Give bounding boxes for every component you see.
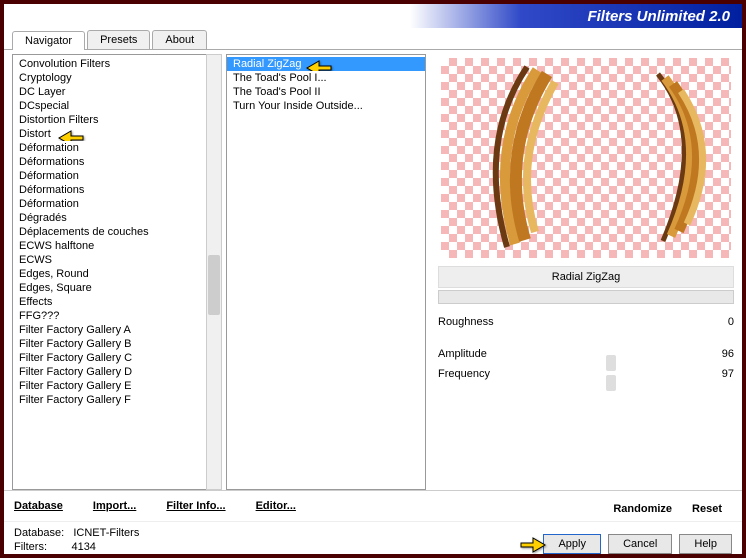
category-item[interactable]: Filter Factory Gallery C: [13, 351, 206, 365]
category-item[interactable]: Déformation: [13, 141, 206, 155]
parameter-area: Roughness 0 Amplitude 96 Frequency 97: [438, 312, 734, 384]
param-value: 96: [722, 348, 734, 360]
category-item[interactable]: Déformations: [13, 155, 206, 169]
filters-label: Filters:: [14, 541, 47, 553]
category-item[interactable]: Déformation: [13, 197, 206, 211]
app-title: Filters Unlimited 2.0: [587, 8, 730, 25]
scrollbar-thumb[interactable]: [208, 255, 220, 315]
tab-presets[interactable]: Presets: [87, 30, 150, 49]
preview-column: Radial ZigZag Roughness 0 Amplitude 96 Frequ…: [430, 54, 734, 490]
param-row: Roughness 0: [438, 312, 734, 332]
status-info: Database: ICNET-Filters Filters: 4134: [14, 526, 139, 554]
category-item[interactable]: ECWS: [13, 253, 206, 267]
randomize-link[interactable]: Randomize: [613, 503, 672, 515]
cancel-button[interactable]: Cancel: [608, 534, 672, 554]
category-item[interactable]: Filter Factory Gallery D: [13, 365, 206, 379]
category-item[interactable]: Dégradés: [13, 211, 206, 225]
category-item[interactable]: Convolution Filters: [13, 57, 206, 71]
category-item[interactable]: Effects: [13, 295, 206, 309]
category-item[interactable]: DCspecial: [13, 99, 206, 113]
status-bar: Database: ICNET-Filters Filters: 4134 Ap…: [4, 521, 742, 560]
filter-column: Radial ZigZagThe Toad's Pool I...The Toa…: [226, 54, 426, 490]
param-name: Roughness: [438, 316, 494, 328]
param-value: 97: [722, 368, 734, 380]
category-item[interactable]: Filter Factory Gallery F: [13, 393, 206, 407]
category-column: Convolution FiltersCryptologyDC LayerDCs…: [12, 54, 222, 490]
category-item[interactable]: ECWS halftone: [13, 239, 206, 253]
param-row: Frequency 97: [438, 364, 734, 384]
db-value: ICNET-Filters: [73, 527, 139, 539]
category-item[interactable]: Déformations: [13, 183, 206, 197]
filter-list[interactable]: Radial ZigZagThe Toad's Pool I...The Toa…: [226, 54, 426, 490]
category-item[interactable]: Cryptology: [13, 71, 206, 85]
category-item[interactable]: Filter Factory Gallery A: [13, 323, 206, 337]
current-filter-label: Radial ZigZag: [438, 266, 734, 288]
filter-item[interactable]: The Toad's Pool II: [227, 85, 425, 99]
category-item[interactable]: DC Layer: [13, 85, 206, 99]
tab-navigator[interactable]: Navigator: [12, 31, 85, 50]
preview-graphic-right: [643, 66, 723, 246]
param-row: Amplitude 96: [438, 344, 734, 364]
category-item[interactable]: Filter Factory Gallery E: [13, 379, 206, 393]
help-button[interactable]: Help: [679, 534, 732, 554]
param-value: 0: [728, 316, 734, 328]
preview-graphic-left: [457, 62, 567, 252]
tab-bar: Navigator Presets About: [4, 28, 742, 50]
filter-item[interactable]: Radial ZigZag: [227, 57, 425, 71]
db-label: Database:: [14, 527, 64, 539]
editor-link[interactable]: Editor...: [256, 500, 296, 512]
app-window: Filters Unlimited 2.0 Navigator Presets …: [0, 0, 746, 558]
filter-info-link[interactable]: Filter Info...: [166, 500, 225, 512]
database-link[interactable]: Database: [14, 500, 63, 512]
category-item[interactable]: Edges, Square: [13, 281, 206, 295]
button-group: Apply Cancel Help: [539, 534, 732, 554]
bottom-link-bar: Database Import... Filter Info... Editor…: [4, 490, 742, 521]
progress-bar: [438, 290, 734, 304]
category-item[interactable]: Distort: [13, 127, 206, 141]
pointer-icon-category: [57, 127, 85, 141]
reset-link[interactable]: Reset: [692, 503, 722, 515]
pointer-icon-filter: [305, 57, 333, 71]
category-item[interactable]: Distortion Filters: [13, 113, 206, 127]
apply-button[interactable]: Apply: [543, 534, 601, 554]
filters-value: 4134: [71, 541, 95, 553]
category-item[interactable]: Filter Factory Gallery B: [13, 337, 206, 351]
filter-item[interactable]: Turn Your Inside Outside...: [227, 99, 425, 113]
main-area: Convolution FiltersCryptologyDC LayerDCs…: [4, 50, 742, 490]
tab-about[interactable]: About: [152, 30, 207, 49]
import-link[interactable]: Import...: [93, 500, 136, 512]
title-bar: Filters Unlimited 2.0: [4, 4, 742, 28]
param-slider-thumb[interactable]: [606, 375, 616, 391]
category-scrollbar[interactable]: [206, 54, 222, 490]
filter-item[interactable]: The Toad's Pool I...: [227, 71, 425, 85]
category-list[interactable]: Convolution FiltersCryptologyDC LayerDCs…: [12, 54, 206, 490]
category-item[interactable]: Déplacements de couches: [13, 225, 206, 239]
preview-pane: [441, 58, 731, 258]
category-item[interactable]: Déformation: [13, 169, 206, 183]
randomize-reset-group: Randomize Reset: [613, 497, 732, 515]
category-item[interactable]: FFG???: [13, 309, 206, 323]
category-item[interactable]: Edges, Round: [13, 267, 206, 281]
param-name: Amplitude: [438, 348, 487, 360]
param-name: Frequency: [438, 368, 490, 380]
